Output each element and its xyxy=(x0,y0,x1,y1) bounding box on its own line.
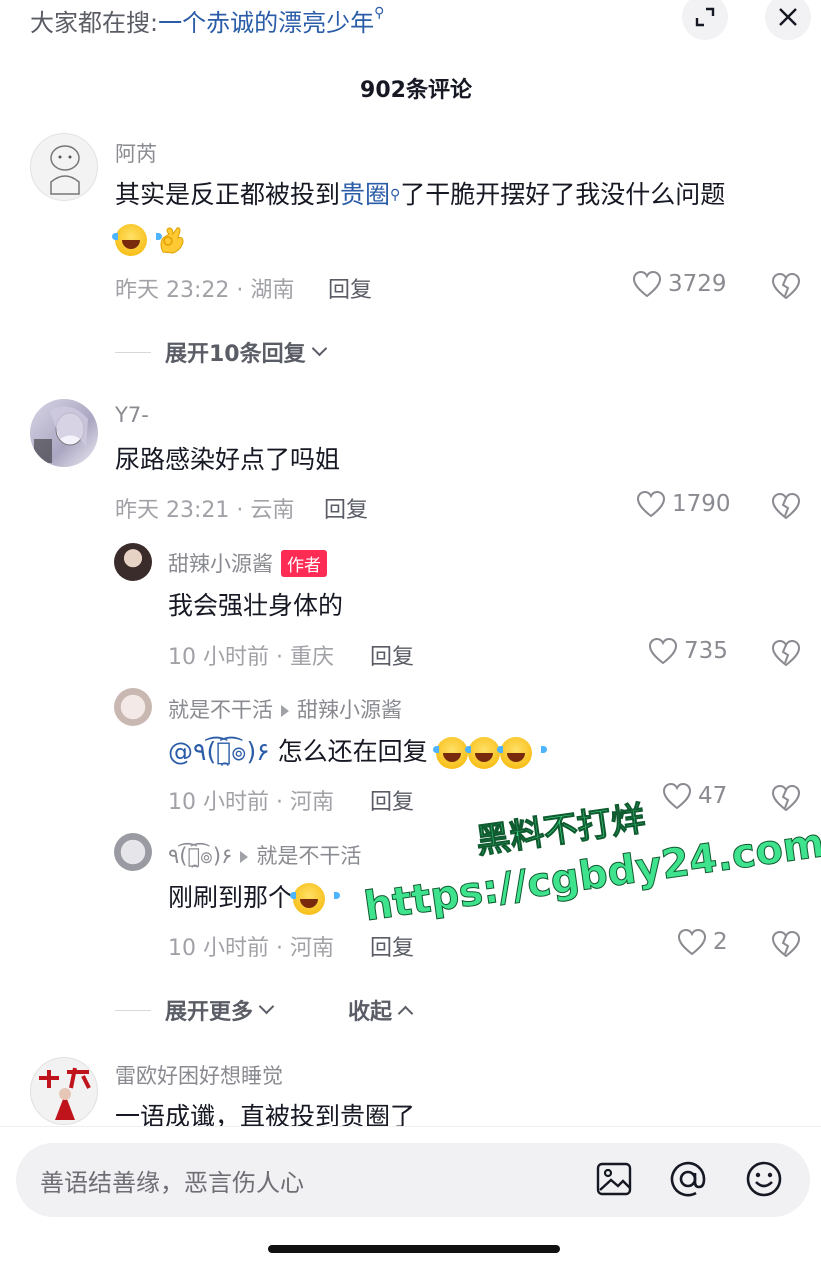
comment-text-part: 其实是反正都被投到 xyxy=(115,180,341,209)
author-badge: 作者 xyxy=(281,549,327,577)
like-count: 3729 xyxy=(668,271,727,297)
mention-link[interactable]: @٩(͡๏̯͡๏)۶ xyxy=(168,737,270,766)
laughing-emoji xyxy=(496,737,547,769)
at-icon xyxy=(670,1161,706,1197)
avatar[interactable] xyxy=(30,1057,98,1125)
dislike-icon xyxy=(771,272,801,300)
reply-text: 刚刷到那个 xyxy=(168,881,341,915)
like-button[interactable]: 735 xyxy=(648,637,728,665)
comment-emojis xyxy=(112,222,187,256)
collapse-button[interactable]: 收起 xyxy=(348,994,414,1026)
mention-button[interactable] xyxy=(666,1157,710,1201)
emoji-button[interactable] xyxy=(742,1157,786,1201)
comment-link[interactable]: 贵圈 xyxy=(340,180,390,209)
comment-input-placeholder: 善语结善缘，恶言伤人心 xyxy=(40,1169,304,1197)
comment-meta: 昨天 23:21 · 云南 xyxy=(115,498,295,523)
avatar[interactable] xyxy=(114,543,152,581)
dislike-icon xyxy=(771,492,801,520)
expand-icon xyxy=(695,7,715,27)
reply-username[interactable]: 甜辣小源酱 作者 xyxy=(168,548,327,579)
reply-text-part: 怎么还在回复 xyxy=(269,737,428,766)
reply-button[interactable]: 回复 xyxy=(370,639,414,671)
reply-to-username[interactable]: 甜辣小源酱 xyxy=(297,698,402,722)
reply-to-username[interactable]: 就是不干活 xyxy=(256,844,361,868)
heart-icon xyxy=(632,270,662,298)
search-icon: ⚲ xyxy=(374,5,385,21)
like-count: 2 xyxy=(713,929,728,955)
avatar[interactable] xyxy=(30,399,98,467)
reply-meta: 10 小时前 · 河南 xyxy=(168,936,334,961)
image-button[interactable] xyxy=(592,1157,636,1201)
reply-username-label: ٩(͡๏̯͡๏)۶ xyxy=(168,844,233,868)
expand-replies-button[interactable]: 展开10条回复 xyxy=(115,336,327,368)
comment-username[interactable]: 雷欧好困好想睡觉 xyxy=(115,1060,283,1090)
search-suggestion-prefix: 大家都在搜: xyxy=(30,9,159,37)
comment-username[interactable]: Y7- xyxy=(115,403,149,427)
avatar[interactable] xyxy=(30,133,98,201)
dislike-button[interactable] xyxy=(771,930,801,958)
divider xyxy=(115,351,151,353)
comment-count-title: 902条评论 xyxy=(360,78,472,103)
comment-input-bar: 善语结善缘，恶言伤人心 xyxy=(0,1126,821,1280)
comment-username[interactable]: 阿芮 xyxy=(115,138,157,168)
emoji-icon xyxy=(746,1161,782,1197)
top-bar: 大家都在搜:一个赤诚的漂亮少年⚲ xyxy=(0,0,821,44)
like-count: 735 xyxy=(684,638,728,664)
home-indicator xyxy=(268,1245,560,1253)
reply-text: @٩(͡๏̯͡๏)۶ 怎么还在回复 xyxy=(168,735,547,769)
like-button[interactable]: 1790 xyxy=(636,490,731,518)
expand-more-button[interactable]: 展开更多 xyxy=(115,994,275,1026)
comment-input[interactable]: 善语结善缘，恶言伤人心 xyxy=(16,1143,810,1217)
avatar[interactable] xyxy=(114,833,152,871)
chevron-up-icon xyxy=(397,1005,414,1021)
search-icon: ⚲ xyxy=(390,187,401,203)
search-suggestion[interactable]: 大家都在搜:一个赤诚的漂亮少年⚲ xyxy=(30,3,384,38)
image-icon xyxy=(596,1162,632,1196)
expand-more-label: 展开更多 xyxy=(165,1000,254,1025)
expand-button[interactable] xyxy=(682,0,728,40)
close-button[interactable] xyxy=(765,0,811,40)
reply-meta: 10 小时前 · 河南 xyxy=(168,790,334,815)
ok-hand-emoji xyxy=(155,224,187,256)
expand-replies-label: 展开10条回复 xyxy=(165,342,306,367)
laughing-emoji xyxy=(432,737,483,769)
reply-button[interactable]: 回复 xyxy=(324,492,368,524)
dislike-button[interactable] xyxy=(771,272,801,300)
avatar[interactable] xyxy=(114,688,152,726)
reply-text: 我会强壮身体的 xyxy=(168,591,344,620)
reply-meta: 10 小时前 · 重庆 xyxy=(168,645,334,670)
laughing-emoji xyxy=(464,737,515,769)
reply-username-label: 就是不干活 xyxy=(168,698,273,722)
comment-text: 尿路感染好点了吗姐 xyxy=(115,445,341,474)
dislike-icon xyxy=(771,639,801,667)
like-count: 1790 xyxy=(672,491,731,517)
reply-button[interactable]: 回复 xyxy=(328,272,372,304)
heart-icon xyxy=(636,490,666,518)
reply-username[interactable]: ٩(͡๏̯͡๏)۶ 就是不干活 xyxy=(168,840,361,873)
reply-text-part: 刚刷到那个 xyxy=(168,883,294,912)
divider xyxy=(115,1009,151,1011)
chevron-down-icon xyxy=(258,998,275,1014)
laughing-emoji xyxy=(112,224,162,256)
comment-text: 其实是反正都被投到贵圈⚲了干脆开摆好了我没什么问题 xyxy=(115,178,725,212)
dislike-button[interactable] xyxy=(771,639,801,667)
close-icon xyxy=(779,8,797,26)
reply-username[interactable]: 就是不干活 甜辣小源酱 xyxy=(168,694,402,724)
chevron-down-icon xyxy=(311,340,327,356)
like-button[interactable]: 3729 xyxy=(632,270,727,298)
comment-text-part: 了干脆开摆好了我没什么问题 xyxy=(400,180,726,209)
reply-to-arrow-icon xyxy=(240,851,249,863)
comment-meta: 昨天 23:22 · 湖南 xyxy=(115,278,295,303)
reply-username-label: 甜辣小源酱 xyxy=(168,552,273,576)
heart-icon xyxy=(648,637,678,665)
reply-to-arrow-icon xyxy=(281,705,289,717)
dislike-button[interactable] xyxy=(771,492,801,520)
collapse-label: 收起 xyxy=(348,1000,393,1025)
watermark: 黑料不打烊 https://cgbdy24.com xyxy=(350,740,821,979)
search-suggestion-keyword[interactable]: 一个赤诚的漂亮少年 xyxy=(158,9,374,37)
laughing-emoji xyxy=(290,883,341,915)
dislike-icon xyxy=(771,930,801,958)
